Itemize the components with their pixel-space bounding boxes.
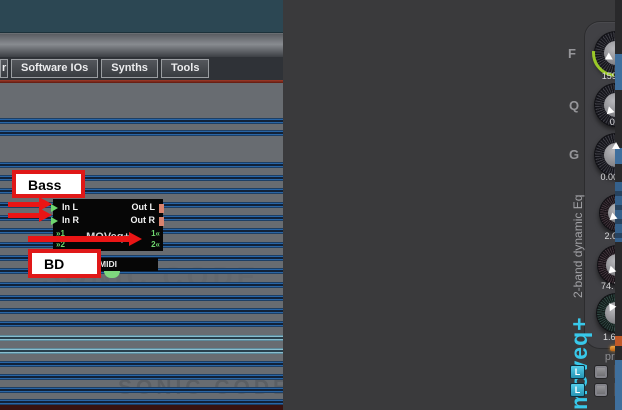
module-moveq[interactable]: In L Out L In R Out R »1 1« »2 2« [53,199,163,251]
annotation-bd: BD [28,249,101,278]
knob-pointer-icon [603,53,613,63]
screen: r Software IOs Synths Tools SONIC CODE S… [0,0,622,410]
patch-cable[interactable] [0,162,283,168]
output-port-icon[interactable] [159,204,164,213]
patch-cable[interactable] [0,321,283,327]
patch-cable[interactable] [0,282,283,288]
q-row-label: Q [569,98,579,113]
insert-enable-button[interactable] [594,383,608,397]
link-button-2[interactable]: L [570,383,585,397]
annotation-arrow [8,213,40,218]
annotation-arrow-head [129,232,142,246]
patch-cable[interactable] [0,118,283,124]
insert-enable-button[interactable] [594,365,608,379]
output-port-icon[interactable] [159,217,164,226]
patch-cable[interactable] [0,348,283,354]
knob-pointer-icon [607,213,618,224]
link-button-1[interactable]: L [570,365,585,379]
patch-cable[interactable] [0,374,283,380]
gain-knob-band1[interactable] [594,133,622,177]
knob-pointer-icon [606,301,617,311]
module-input-label: In L [62,202,78,212]
annotation-arrow-head [39,208,52,222]
patch-cable[interactable] [0,335,283,341]
knob-pointer-icon [604,107,615,118]
input-port-icon[interactable] [51,217,58,225]
patch-cable[interactable] [0,295,283,301]
patch-cable[interactable] [0,361,283,367]
freq-row-label: F [568,46,576,61]
plugin-subtitle-vertical: 2-band dynamic Eq [571,148,585,298]
patch-cable[interactable] [0,387,283,393]
annotation-arrow [8,202,40,207]
workspace: SONIC CODE SONIC CODE In L Out L In R Ou… [0,83,283,403]
patch-cable[interactable] [0,308,283,314]
knob-pointer-icon [606,266,617,277]
module-output-label: Out R [131,215,156,225]
module-output-label: Out L [132,202,156,212]
patch-cable[interactable] [0,130,283,136]
input-port-icon[interactable] [51,204,58,212]
plugin-window: × SPLIT out 1&2 1 2 F Q G 159 Hz 158 Hz [283,0,622,410]
patch-cable[interactable] [0,399,283,405]
freq-knob-band1[interactable] [594,31,622,75]
module-input-label: In R [62,215,79,225]
daw-workspace: r Software IOs Synths Tools SONIC CODE S… [0,0,283,410]
annotation-bass: Bass [12,170,85,198]
annotation-arrow [28,236,130,242]
knob-pointer-icon [612,142,620,149]
